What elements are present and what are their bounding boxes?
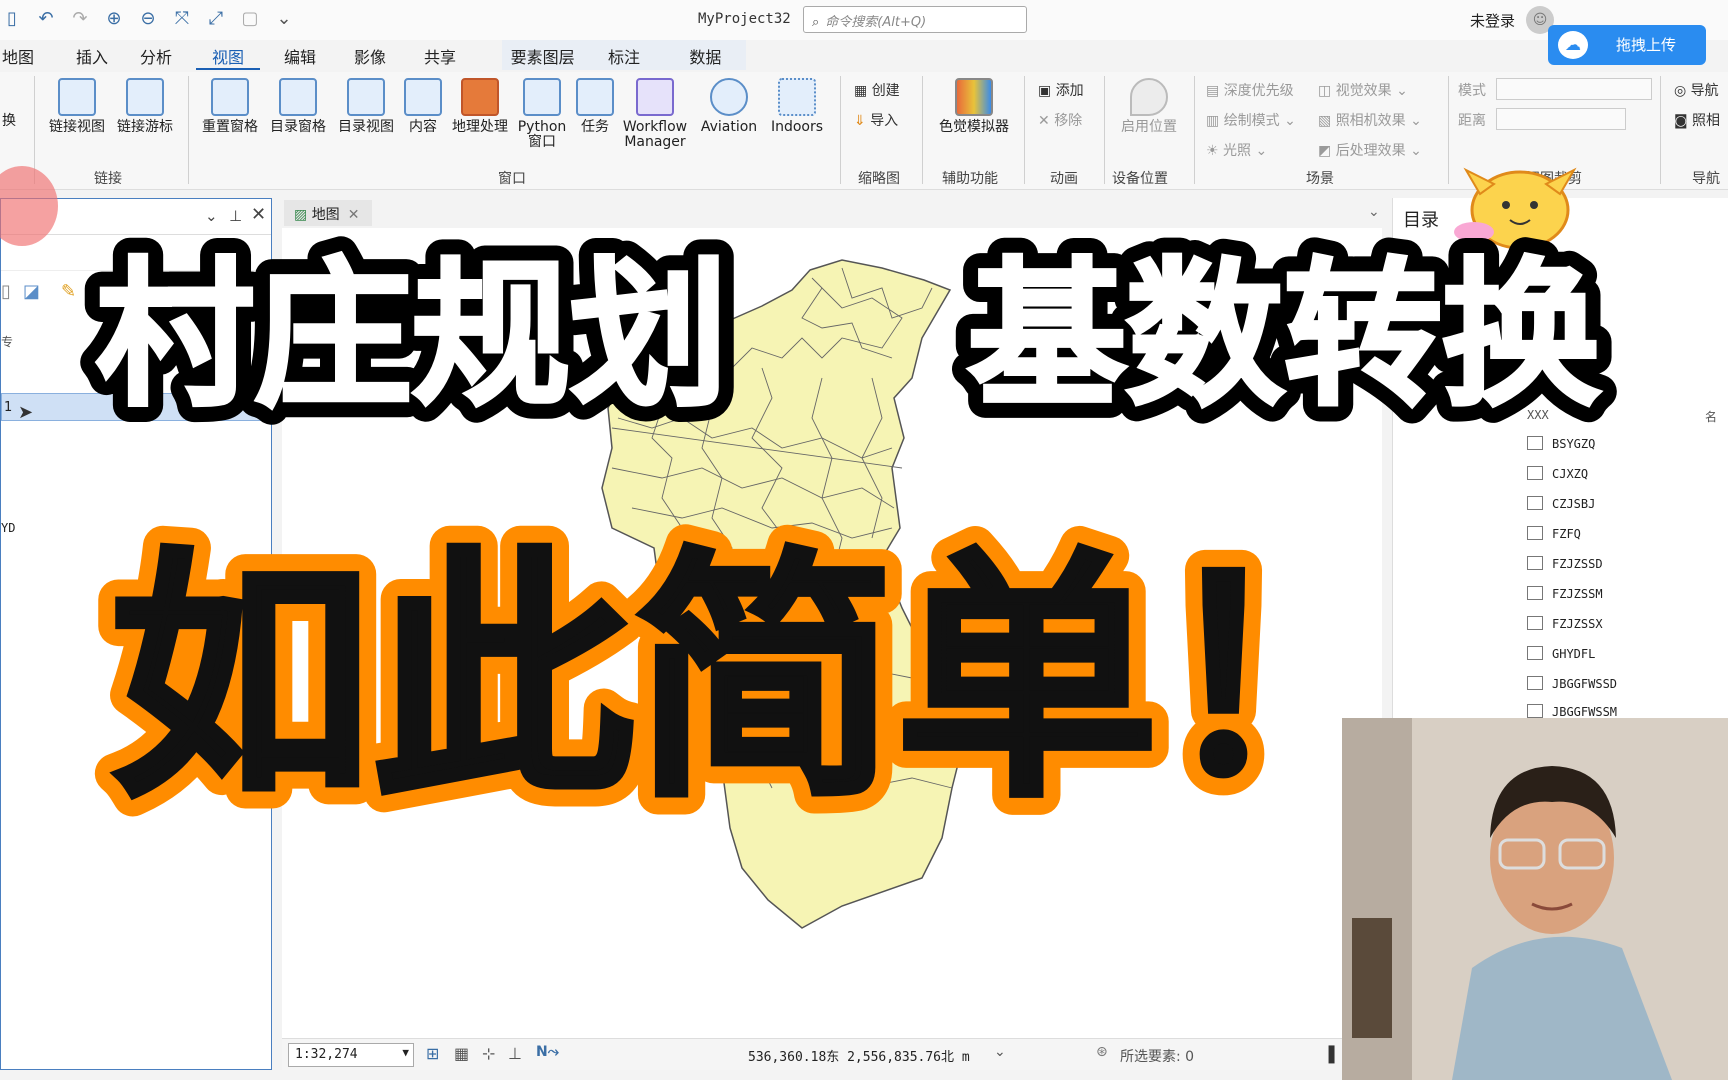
title-line-1-right: 基数转换 基数转换 [951, 227, 1617, 445]
thumbnail-overlay: 村庄规划 村庄规划 基数转换 基数转换 如此简单！ 如此简单！ [79, 227, 1617, 852]
title-line-2: 如此简单！ 如此简单！ [90, 507, 1440, 852]
title-line-1-left-text: 村庄规划 [96, 244, 728, 428]
title-line-1-right-text: 基数转换 [968, 244, 1600, 428]
title-line-2-text: 如此简单！ [110, 527, 1420, 832]
title-line-1-left: 村庄规划 村庄规划 [79, 227, 745, 445]
